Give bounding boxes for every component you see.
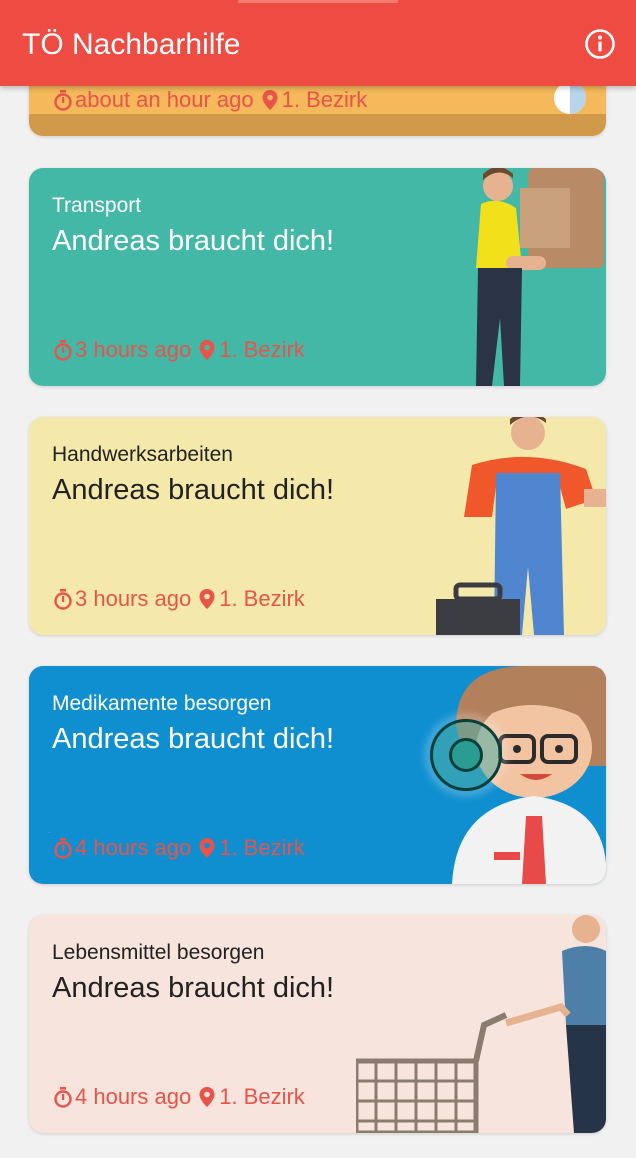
app-bar: TÖ Nachbarhilfe: [0, 0, 636, 86]
card-meta: 3 hours ago 1. Bezirk: [53, 585, 305, 613]
card-meta: 4 hours ago 1. Bezirk: [53, 1083, 305, 1111]
card-category: Medikamente besorgen: [52, 692, 272, 715]
request-card-medikamente[interactable]: Medikamente besorgen Andreas braucht dic…: [29, 666, 606, 884]
card-district: 1. Bezirk: [281, 87, 368, 112]
card-meta: about an hour ago 1. Bezirk: [53, 86, 367, 114]
location-pin-icon: [199, 1087, 215, 1107]
card-category: Transport: [52, 194, 142, 217]
location-pin-icon: [199, 589, 215, 609]
card-district: 1. Bezirk: [219, 586, 305, 611]
card-headline: Andreas braucht dich!: [52, 723, 335, 755]
card-headline: Andreas braucht dich!: [52, 474, 335, 506]
card-meta: 3 hours ago 1. Bezirk: [53, 336, 305, 364]
app-title: TÖ Nachbarhilfe: [22, 28, 241, 61]
touch-indicator: [427, 716, 505, 794]
location-pin-icon: [199, 838, 215, 858]
card-time: about an hour ago: [75, 87, 254, 112]
card-time: 4 hours ago: [75, 835, 192, 860]
card-category: Handwerksarbeiten: [52, 443, 233, 466]
location-pin-icon: [262, 90, 278, 110]
card-meta: 4 hours ago 1. Bezirk: [53, 834, 305, 862]
info-icon[interactable]: [584, 28, 616, 60]
shopping-cart-illustration: [356, 915, 606, 1133]
location-pin-icon: [199, 340, 215, 360]
card-headline: Andreas braucht dich!: [52, 972, 335, 1004]
stopwatch-icon: [54, 838, 72, 859]
request-card-transport[interactable]: Transport Andreas braucht dich! 3 hours …: [29, 168, 606, 386]
handyman-illustration: [436, 417, 606, 635]
card-headline: Andreas braucht dich!: [52, 225, 335, 257]
card-time: 4 hours ago: [75, 1084, 192, 1109]
card-district: 1. Bezirk: [219, 337, 305, 362]
stopwatch-icon: [54, 340, 72, 361]
stopwatch-icon: [54, 589, 72, 610]
delivery-person-illustration: [476, 168, 604, 386]
card-time: 3 hours ago: [75, 337, 192, 362]
stopwatch-icon: [54, 90, 72, 111]
card-district: 1. Bezirk: [219, 835, 305, 860]
stopwatch-icon: [54, 1087, 72, 1108]
card-district: 1. Bezirk: [219, 1084, 305, 1109]
request-card-handwerk[interactable]: Handwerksarbeiten Andreas braucht dich! …: [29, 417, 606, 635]
request-card-lebensmittel[interactable]: Lebensmittel besorgen Andreas braucht di…: [29, 915, 606, 1133]
card-time: 3 hours ago: [75, 586, 192, 611]
card-category: Lebensmittel besorgen: [52, 941, 265, 964]
status-strip: [238, 0, 398, 3]
